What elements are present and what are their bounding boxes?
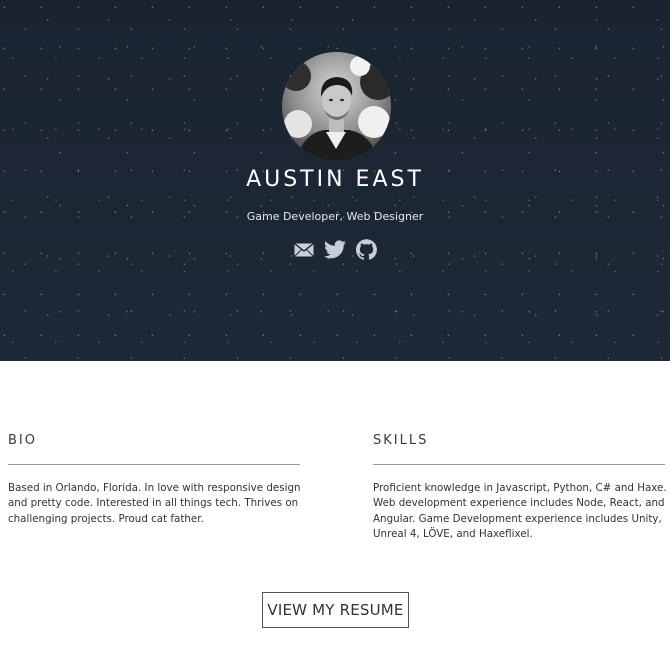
skills-divider (373, 464, 665, 465)
email-icon[interactable] (293, 242, 314, 257)
view-resume-button[interactable]: VIEW MY RESUME (262, 592, 409, 628)
bio-heading: BIO (8, 433, 37, 448)
profile-tagline: Game Developer, Web Designer (246, 210, 424, 223)
github-icon[interactable] (355, 239, 377, 260)
social-links (0, 239, 670, 260)
bio-divider (8, 464, 300, 465)
profile-name: AUSTIN EAST (246, 167, 424, 192)
skills-heading: SKILLS (373, 433, 429, 448)
hero-banner: AUSTIN EAST Game Developer, Web Designer (0, 0, 670, 361)
avatar (282, 52, 391, 161)
twitter-icon[interactable] (323, 240, 346, 259)
bio-text: Based in Orlando, Florida. In love with … (8, 482, 301, 525)
skills-text: Proficient knowledge in Javascript, Pyth… (373, 482, 667, 541)
